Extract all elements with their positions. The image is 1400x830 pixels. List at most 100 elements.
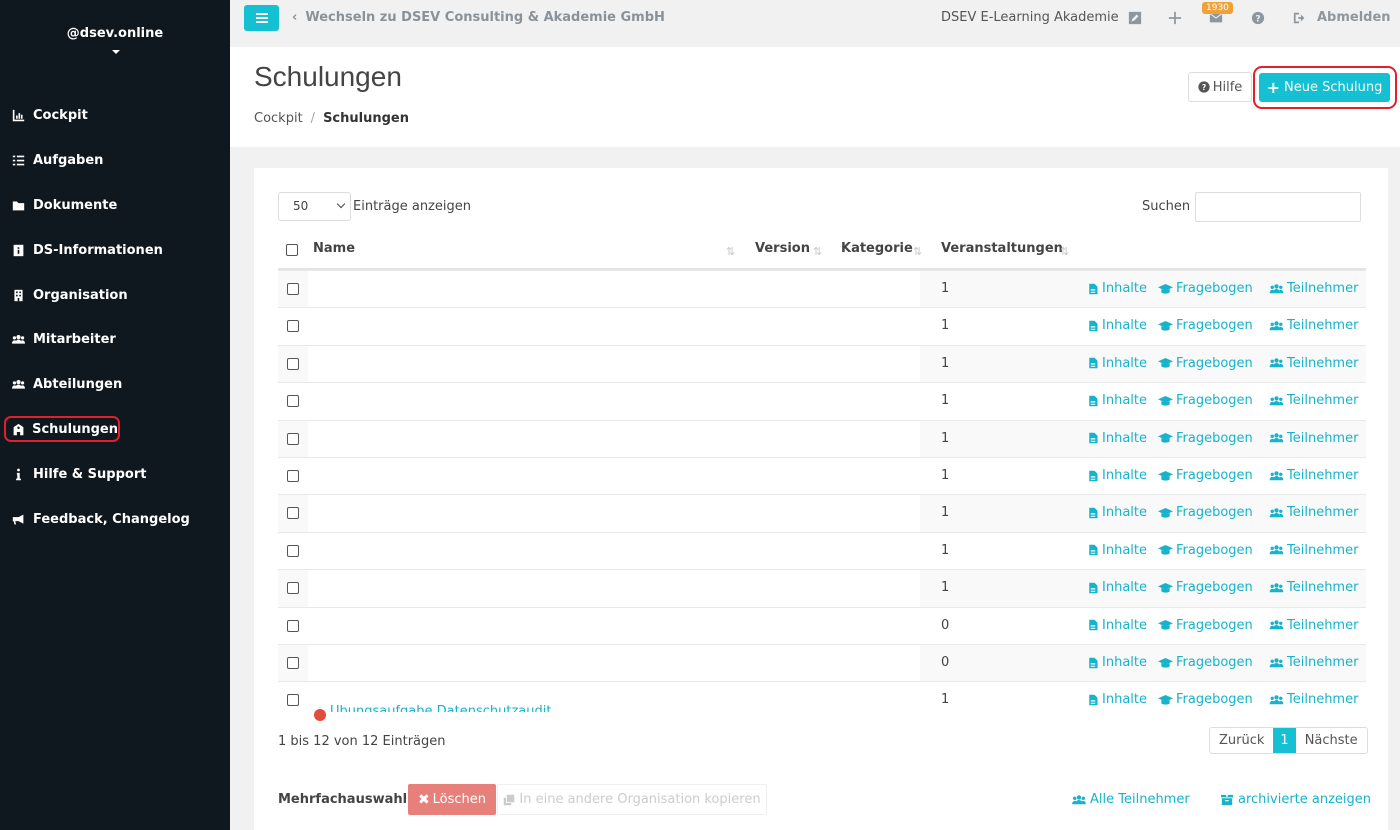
row-checkbox[interactable] bbox=[287, 544, 299, 557]
new-training-button[interactable]: + Neue Schulung bbox=[1259, 73, 1390, 102]
page-length-select[interactable]: 50 bbox=[278, 192, 351, 221]
questionnaire-link[interactable]: Fragebogen bbox=[1158, 655, 1253, 670]
column-header-category[interactable]: Kategorie bbox=[841, 241, 913, 256]
participants-link[interactable]: Teilnehmer bbox=[1269, 431, 1358, 446]
questionnaire-link[interactable]: Fragebogen bbox=[1158, 692, 1253, 707]
sidebar-item-ds-informationen[interactable]: DS-Informationen bbox=[0, 235, 230, 265]
questionnaire-link[interactable]: Fragebogen bbox=[1158, 580, 1253, 595]
contents-link[interactable]: Inhalte bbox=[1087, 618, 1147, 633]
search-input[interactable] bbox=[1195, 192, 1361, 222]
row-checkbox[interactable] bbox=[287, 432, 299, 445]
participants-link[interactable]: Teilnehmer bbox=[1269, 505, 1358, 520]
edit-icon[interactable] bbox=[1128, 11, 1142, 25]
sort-icon[interactable]: ⇅ bbox=[913, 245, 925, 259]
row-checkbox[interactable] bbox=[287, 320, 299, 333]
sidebar-item-dokumente[interactable]: Dokumente bbox=[0, 190, 230, 220]
row-checkbox[interactable] bbox=[287, 657, 299, 669]
sidebar-item-mitarbeiter[interactable]: Mitarbeiter bbox=[0, 324, 230, 354]
contents-link[interactable]: Inhalte bbox=[1087, 543, 1147, 558]
sidebar-item-aufgaben[interactable]: Aufgaben bbox=[0, 145, 230, 175]
pager-next-button[interactable]: Nächste bbox=[1296, 728, 1367, 753]
row-checkbox[interactable] bbox=[287, 582, 299, 595]
academy-link[interactable]: DSEV E-Learning Akademie bbox=[941, 10, 1119, 25]
row-checkbox[interactable] bbox=[287, 470, 299, 482]
sidebar-item-organisation[interactable]: Organisation bbox=[0, 280, 230, 310]
sidebar-item-label: Cockpit bbox=[33, 107, 88, 123]
questionnaire-link[interactable]: Fragebogen bbox=[1158, 468, 1253, 483]
contents-link[interactable]: Inhalte bbox=[1087, 692, 1147, 707]
questionnaire-link[interactable]: Fragebogen bbox=[1158, 618, 1253, 633]
training-name-link[interactable]: Übungsaufgabe Datenschutzaudit bbox=[330, 704, 551, 712]
sidebar-item-cockpit[interactable]: Cockpit bbox=[0, 100, 230, 130]
participants-link[interactable]: Teilnehmer bbox=[1269, 692, 1358, 707]
sidebar-item-feedback[interactable]: Feedback, Changelog bbox=[0, 504, 230, 534]
contents-link[interactable]: Inhalte bbox=[1087, 431, 1147, 446]
participants-label: Teilnehmer bbox=[1287, 505, 1359, 521]
contents-link[interactable]: Inhalte bbox=[1087, 318, 1147, 333]
delete-button[interactable]: ✖ Löschen bbox=[408, 784, 496, 815]
show-archived-link[interactable]: archivierte anzeigen bbox=[1220, 792, 1371, 807]
participants-link[interactable]: Teilnehmer bbox=[1269, 318, 1358, 333]
questionnaire-link[interactable]: Fragebogen bbox=[1158, 356, 1253, 371]
events-count: 1 bbox=[941, 692, 950, 708]
menu-toggle-button[interactable] bbox=[244, 5, 279, 31]
column-header-events[interactable]: Veranstaltungen bbox=[941, 241, 1063, 256]
pager-prev-button[interactable]: Zurück bbox=[1210, 728, 1273, 753]
row-checkbox[interactable] bbox=[287, 619, 299, 632]
questionnaire-label: Fragebogen bbox=[1176, 430, 1253, 446]
sidebar-item-abteilungen[interactable]: Abteilungen bbox=[0, 369, 230, 399]
row-checkbox[interactable] bbox=[287, 507, 299, 520]
participants-link[interactable]: Teilnehmer bbox=[1269, 281, 1358, 296]
copy-label: In eine andere Organisation kopieren bbox=[519, 792, 761, 807]
contents-link[interactable]: Inhalte bbox=[1087, 655, 1147, 670]
switch-organisation-link[interactable]: ‹ Wechseln zu DSEV Consulting & Akademie … bbox=[292, 10, 665, 25]
users-icon bbox=[1269, 470, 1287, 482]
column-header-version[interactable]: Version bbox=[755, 241, 810, 256]
pager-page-1[interactable]: 1 bbox=[1273, 728, 1296, 753]
question-icon[interactable]: ? bbox=[1251, 11, 1265, 25]
row-checkbox[interactable] bbox=[287, 694, 299, 707]
contents-link[interactable]: Inhalte bbox=[1087, 505, 1147, 520]
org-name[interactable]: @dsev.online bbox=[0, 26, 230, 41]
logout-button[interactable]: Abmelden bbox=[1293, 10, 1391, 25]
contents-link[interactable]: Inhalte bbox=[1087, 580, 1147, 595]
row-checkbox[interactable] bbox=[287, 357, 299, 370]
questionnaire-link[interactable]: Fragebogen bbox=[1158, 281, 1253, 296]
row-checkbox[interactable] bbox=[287, 283, 299, 295]
contents-link[interactable]: Inhalte bbox=[1087, 468, 1147, 483]
participants-link[interactable]: Teilnehmer bbox=[1269, 393, 1358, 408]
contents-link[interactable]: Inhalte bbox=[1087, 393, 1147, 408]
sort-icon[interactable]: ⇅ bbox=[1060, 245, 1072, 259]
select-all-checkbox[interactable] bbox=[286, 244, 298, 256]
copy-to-organisation-button[interactable]: In eine andere Organisation kopieren bbox=[497, 784, 767, 815]
participants-link[interactable]: Teilnehmer bbox=[1269, 655, 1358, 670]
questionnaire-link[interactable]: Fragebogen bbox=[1158, 431, 1253, 446]
row-checkbox[interactable] bbox=[287, 395, 299, 408]
users-icon bbox=[1269, 507, 1287, 519]
questionnaire-link[interactable]: Fragebogen bbox=[1158, 318, 1253, 333]
participants-link[interactable]: Teilnehmer bbox=[1269, 580, 1358, 595]
questionnaire-link[interactable]: Fragebogen bbox=[1158, 543, 1253, 558]
table-row: 1 Inhalte Fragebogen Teilnehmer bbox=[278, 307, 1366, 346]
plus-icon[interactable] bbox=[1168, 11, 1182, 25]
column-header-name[interactable]: Name bbox=[313, 241, 355, 256]
sort-icon[interactable]: ⇅ bbox=[813, 245, 825, 259]
participants-link[interactable]: Teilnehmer bbox=[1269, 468, 1358, 483]
all-participants-link[interactable]: Alle Teilnehmer bbox=[1072, 792, 1190, 807]
caret-down-icon[interactable] bbox=[112, 50, 120, 54]
contents-link[interactable]: Inhalte bbox=[1087, 281, 1147, 296]
participants-label: Teilnehmer bbox=[1287, 580, 1359, 596]
participants-link[interactable]: Teilnehmer bbox=[1269, 618, 1358, 633]
contents-link[interactable]: Inhalte bbox=[1087, 356, 1147, 371]
sort-icon[interactable]: ⇅ bbox=[726, 245, 738, 259]
participants-link[interactable]: Teilnehmer bbox=[1269, 356, 1358, 371]
graduation-cap-icon bbox=[1158, 582, 1176, 594]
questionnaire-link[interactable]: Fragebogen bbox=[1158, 505, 1253, 520]
help-button[interactable]: ? Hilfe bbox=[1188, 72, 1252, 102]
sidebar-item-hilfe[interactable]: Hilfe & Support bbox=[0, 459, 230, 489]
trainings-card: 50 Einträge anzeigen Suchen Name ⇅ Versi… bbox=[254, 168, 1388, 830]
breadcrumb-home[interactable]: Cockpit bbox=[254, 111, 303, 126]
participants-link[interactable]: Teilnehmer bbox=[1269, 543, 1358, 558]
sidebar-item-schulungen[interactable]: Schulungen bbox=[4, 416, 120, 442]
questionnaire-link[interactable]: Fragebogen bbox=[1158, 393, 1253, 408]
